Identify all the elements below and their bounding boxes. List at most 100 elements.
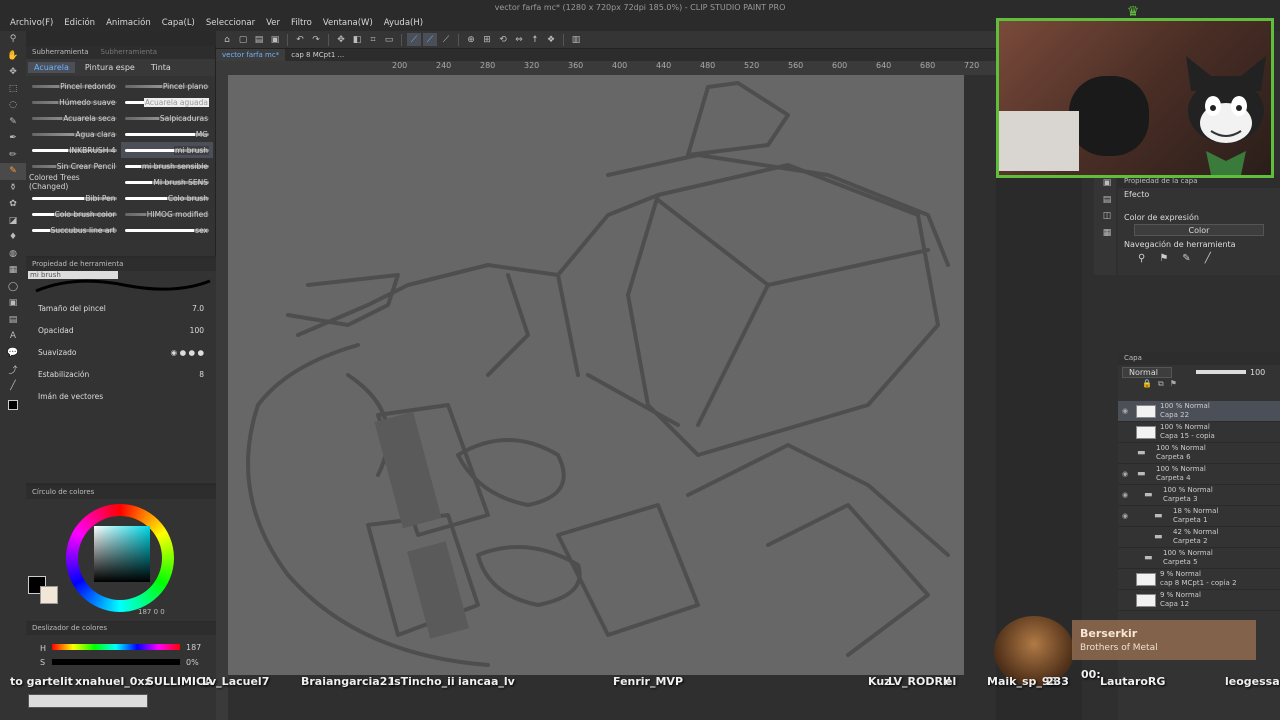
snap-ruler-icon[interactable]: ⟋ xyxy=(407,33,421,46)
smoothing-options[interactable]: ◉ ● ● ● xyxy=(171,348,204,357)
eyedropper-icon[interactable]: ✎ xyxy=(0,114,26,131)
visibility-icon[interactable]: ◉ xyxy=(1118,407,1132,415)
tab-tinta[interactable]: Tinta xyxy=(145,62,177,73)
sub-color-swatch[interactable] xyxy=(40,586,58,604)
snap-grid-icon[interactable]: ⟋ xyxy=(439,33,453,46)
brush-size-row[interactable]: Tamaño del pincel 7.0 xyxy=(26,297,216,319)
clip-icon[interactable]: ⧉ xyxy=(1158,379,1164,391)
perspective-icon[interactable]: ⊕ xyxy=(464,33,478,46)
history-icon[interactable]: ▦ xyxy=(1094,225,1120,242)
menu-animacion[interactable]: Animación xyxy=(102,16,158,31)
brush-item[interactable]: Acuarela aguada xyxy=(121,94,214,110)
nav-tool-1-icon[interactable]: ⚲ xyxy=(1138,253,1145,264)
correct-line-icon[interactable]: ⤴ xyxy=(0,361,26,378)
brush-item[interactable]: Succubus line art xyxy=(28,222,121,238)
brush-item[interactable]: mi brush sensible xyxy=(121,158,214,174)
menu-ayuda[interactable]: Ayuda(H) xyxy=(380,16,430,31)
layer-row[interactable]: ▬ 42 % Normal Carpeta 2 xyxy=(1118,527,1280,548)
undo-icon[interactable]: ↶ xyxy=(293,33,307,46)
crop-icon[interactable]: ⌗ xyxy=(366,33,380,46)
airbrush-icon[interactable]: ⚱ xyxy=(0,180,26,197)
blend-mode-select[interactable]: Normal xyxy=(1122,366,1172,378)
tab-document-active[interactable]: vector farfa mc* xyxy=(216,49,286,61)
brush-size-value[interactable]: 7.0 xyxy=(192,304,204,313)
menu-edicion[interactable]: Edición xyxy=(60,16,102,31)
stabilization-row[interactable]: Estabilización 8 xyxy=(26,363,216,385)
brush-item-selected[interactable]: mi brush xyxy=(120,142,213,158)
opacity-value[interactable]: 100 xyxy=(190,326,204,335)
brush-item[interactable]: HIMOG modified xyxy=(121,206,214,222)
frame-icon[interactable]: ▣ xyxy=(0,295,26,312)
smoothing-row[interactable]: Suavizado ◉ ● ● ● xyxy=(26,341,216,363)
fill-tool-icon[interactable]: ◍ xyxy=(0,246,26,263)
open-file-icon[interactable]: ▤ xyxy=(252,33,266,46)
nav-tool-4-icon[interactable]: ╱ xyxy=(1205,253,1211,264)
brush-item[interactable]: Pincel redondo xyxy=(28,78,121,94)
nav-tool-3-icon[interactable]: ✎ xyxy=(1182,253,1190,264)
symmetry-icon[interactable]: ☨ xyxy=(528,33,542,46)
layer-row[interactable]: 9 % Normal Capa 12 xyxy=(1118,590,1280,611)
fill-icon[interactable]: ◧ xyxy=(350,33,364,46)
saturation-slider[interactable] xyxy=(52,659,180,665)
brush-item[interactable]: MG xyxy=(121,126,214,142)
tab-acuarela[interactable]: Acuarela xyxy=(28,62,75,73)
vector-magnet-row[interactable]: Imán de vectores xyxy=(26,385,216,407)
layer-row[interactable]: ◉ ▬ 18 % Normal Carpeta 1 xyxy=(1118,506,1280,527)
brush-item[interactable]: Húmedo suave xyxy=(28,94,121,110)
drawing-canvas[interactable] xyxy=(228,75,964,675)
eraser-icon[interactable]: ◪ xyxy=(0,213,26,230)
new-file-icon[interactable]: ▢ xyxy=(236,33,250,46)
hue-slider[interactable] xyxy=(52,644,180,650)
expression-color-select[interactable]: Color xyxy=(1134,224,1264,236)
pen-icon[interactable]: ✒ xyxy=(0,130,26,147)
figure-icon[interactable]: ◯ xyxy=(0,279,26,296)
menu-seleccionar[interactable]: Seleccionar xyxy=(202,16,262,31)
brush-item[interactable]: Agua clara xyxy=(28,126,121,142)
brush-item[interactable]: Sin Crear Pencil xyxy=(28,158,121,174)
brush-item[interactable]: Acuarela seca xyxy=(28,110,121,126)
zoom-icon[interactable]: ⚲ xyxy=(0,31,26,48)
tab-document[interactable]: cap 8 MCpt1 ... xyxy=(285,49,350,61)
brush-item[interactable]: MI brush SENS xyxy=(121,174,214,190)
color-swatch-icon[interactable] xyxy=(0,394,26,416)
rotate-icon[interactable]: ⟲ xyxy=(496,33,510,46)
save-icon[interactable]: ▣ xyxy=(268,33,282,46)
flip-icon[interactable]: ⇔ xyxy=(512,33,526,46)
decoration-icon[interactable]: ✿ xyxy=(0,196,26,213)
reference-icon[interactable]: ❖ xyxy=(544,33,558,46)
navigator-icon[interactable]: ▤ xyxy=(1094,192,1120,209)
menu-ventana[interactable]: Ventana(W) xyxy=(319,16,380,31)
subtool-panel-tab-2[interactable]: Subherramienta xyxy=(101,46,158,59)
opacity-row[interactable]: Opacidad 100 xyxy=(26,319,216,341)
grid-icon[interactable]: ⊞ xyxy=(480,33,494,46)
text-icon[interactable]: A xyxy=(0,328,26,345)
menu-capa[interactable]: Capa(L) xyxy=(158,16,202,31)
snap-special-ruler-icon[interactable]: ⟋ xyxy=(423,33,437,46)
layer-row[interactable]: ▬ 100 % Normal Carpeta 5 xyxy=(1118,548,1280,569)
layer-row[interactable]: 100 % Normal Capa 15 - copia xyxy=(1118,422,1280,443)
hand-icon[interactable]: ✋ xyxy=(0,48,26,65)
nav-tool-2-icon[interactable]: ⚑ xyxy=(1159,253,1168,264)
layer-row[interactable]: 9 % Normal cap 8 MCpt1 - copia 2 xyxy=(1118,569,1280,590)
select-icon[interactable]: ⬚ xyxy=(0,81,26,98)
transform-icon[interactable]: ✥ xyxy=(334,33,348,46)
material-icon[interactable]: ◫ xyxy=(1094,208,1120,225)
brush-icon[interactable]: ✎ xyxy=(0,163,26,180)
tab-pintura[interactable]: Pintura espe xyxy=(79,62,141,73)
redo-icon[interactable]: ↷ xyxy=(309,33,323,46)
layer-row[interactable]: ▬ 100 % Normal Carpeta 6 xyxy=(1118,443,1280,464)
ruler-icon[interactable]: ▤ xyxy=(0,312,26,329)
blend-icon[interactable]: ♦ xyxy=(0,229,26,246)
menu-filtro[interactable]: Filtro xyxy=(287,16,319,31)
lasso-icon[interactable]: ◌ xyxy=(0,97,26,114)
layer-row[interactable]: ◉ ▬ 100 % Normal Carpeta 4 xyxy=(1118,464,1280,485)
pencil-icon[interactable]: ✏ xyxy=(0,147,26,164)
brush-item[interactable]: Bibi Pen xyxy=(28,190,121,206)
subtool-panel-tab[interactable]: Subherramienta xyxy=(32,46,89,59)
brush-item[interactable]: INKBRUSH 4 xyxy=(28,142,121,158)
brush-item[interactable]: Pincel plano xyxy=(121,78,214,94)
brush-item[interactable]: Colored Trees (Changed) xyxy=(28,173,121,191)
ref-icon[interactable]: ⚑ xyxy=(1170,379,1177,391)
visibility-icon[interactable]: ◉ xyxy=(1118,491,1132,499)
lock-icon[interactable]: 🔒 xyxy=(1142,379,1152,391)
